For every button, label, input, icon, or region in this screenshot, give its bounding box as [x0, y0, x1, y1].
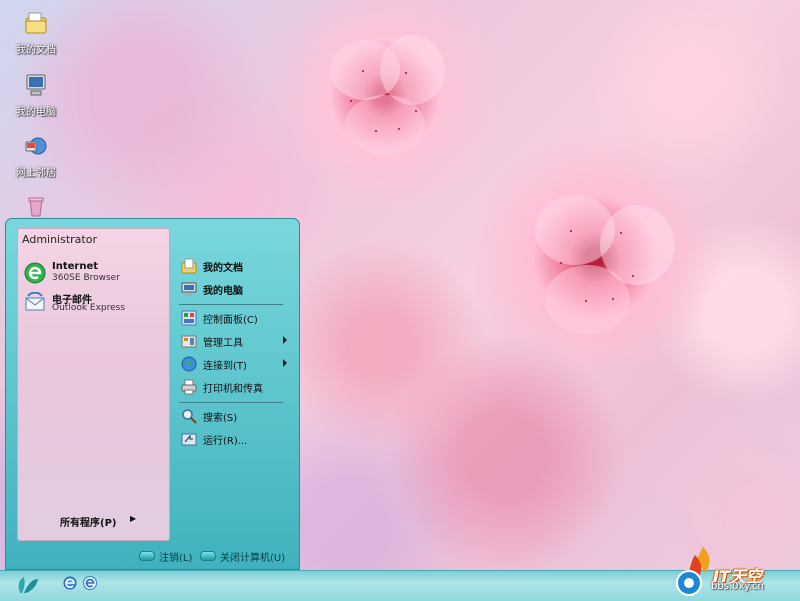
- menu-item-label: 控制面板(C): [203, 315, 258, 326]
- stamen: [632, 275, 634, 277]
- desktop-icon-my-computer[interactable]: 我的电脑: [2, 72, 70, 118]
- menu-item-label: 搜索(S): [203, 413, 238, 424]
- documents-folder-icon: [181, 258, 197, 274]
- pinned-item-title: Internet: [52, 261, 99, 272]
- quick-launch-360[interactable]: [82, 575, 98, 591]
- connect-globe-icon: [181, 356, 197, 372]
- quick-launch-ie[interactable]: [62, 575, 78, 591]
- blossom-petal: [345, 95, 425, 155]
- menu-item-control-panel[interactable]: 控制面板(C): [176, 308, 289, 328]
- pinned-item-email[interactable]: 电子邮件 Outlook Express: [22, 290, 162, 316]
- start-menu-footer: 注销(L) 关闭计算机(U): [6, 539, 299, 569]
- start-leaf-icon: [18, 577, 38, 593]
- shutdown-button[interactable]: 关闭计算机(U): [200, 550, 290, 564]
- arrow-right-icon: ▶: [130, 514, 137, 523]
- submenu-arrow-icon: [283, 336, 287, 344]
- stamen: [398, 128, 400, 130]
- menu-item-connect-to[interactable]: 连接到(T): [176, 354, 289, 374]
- all-programs-label: 所有程序(P): [60, 518, 117, 529]
- start-button[interactable]: [10, 573, 46, 597]
- menu-item-search[interactable]: 搜索(S): [176, 406, 289, 426]
- all-programs-button[interactable]: 所有程序(P) ▶: [60, 514, 150, 530]
- search-icon: [182, 409, 197, 424]
- watermark-url: bbs.0xy.cn: [711, 581, 764, 592]
- desktop-icon-label: 网上邻居: [16, 168, 56, 179]
- stamen: [350, 100, 352, 102]
- computer-icon: [26, 74, 46, 96]
- email-icon: [25, 292, 45, 311]
- desktop-icon-label: 我的电脑: [16, 107, 56, 118]
- menu-item-label: 我的电脑: [203, 286, 243, 297]
- network-icon: [25, 137, 47, 155]
- menu-item-my-computer[interactable]: 我的电脑: [176, 279, 289, 299]
- stamen: [362, 70, 364, 72]
- pinned-item-subtitle: 360SE Browser: [52, 273, 120, 283]
- stamen: [585, 300, 587, 302]
- menu-item-label: 我的文档: [203, 263, 243, 274]
- menu-separator: [179, 304, 283, 305]
- shutdown-icon: [200, 551, 216, 561]
- watermark-logo: IT天空 bbs.0xy.cn: [675, 543, 800, 599]
- user-name: Administrator: [22, 233, 97, 246]
- stamen: [612, 298, 614, 300]
- menu-item-run[interactable]: 运行(R)...: [176, 429, 289, 449]
- pinned-item-internet[interactable]: Internet 360SE Browser: [22, 260, 162, 286]
- browser-icon: [24, 262, 46, 284]
- blossom-petal: [545, 265, 630, 335]
- stamen: [570, 230, 572, 232]
- pinned-item-subtitle: Outlook Express: [52, 303, 126, 313]
- menu-item-label: 运行(R)...: [203, 436, 248, 447]
- shutdown-label: 关闭计算机(U): [220, 553, 286, 564]
- desktop-icon-network[interactable]: 网上邻居: [2, 133, 70, 179]
- stamen: [620, 232, 622, 234]
- submenu-arrow-icon: [283, 359, 287, 367]
- flame-logo-icon: [676, 547, 710, 596]
- menu-item-label: 打印机和传真: [203, 384, 263, 395]
- recycle-bin-icon: [28, 197, 44, 217]
- stamen: [375, 130, 377, 132]
- printer-icon: [181, 379, 197, 395]
- logoff-label: 注销(L): [159, 553, 193, 564]
- run-icon: [181, 433, 197, 446]
- admin-tools-icon: [181, 335, 197, 348]
- menu-item-printers-faxes[interactable]: 打印机和传真: [176, 377, 289, 397]
- stamen: [560, 262, 562, 264]
- menu-item-my-documents[interactable]: 我的文档: [176, 256, 289, 276]
- browser-360-icon: [83, 576, 97, 590]
- documents-folder-icon: [25, 12, 47, 34]
- stamen: [415, 110, 417, 112]
- logoff-icon: [139, 551, 155, 561]
- logoff-button[interactable]: 注销(L): [139, 550, 194, 564]
- menu-separator: [179, 402, 283, 403]
- stamen: [405, 72, 407, 74]
- menu-item-label: 管理工具: [203, 338, 243, 349]
- control-panel-icon: [181, 310, 197, 326]
- desktop-icon-label: 我的文档: [16, 45, 56, 56]
- desktop-icon-my-documents[interactable]: 我的文档: [2, 10, 70, 56]
- start-menu-right-pane: 我的文档 我的电脑 控制面板(C) 管理工具 连接到(T) 打印机和传真 搜索(…: [171, 228, 291, 539]
- ie-icon: [63, 576, 77, 590]
- menu-item-admin-tools[interactable]: 管理工具: [176, 331, 289, 351]
- start-menu-left-pane: Administrator Internet 360SE Browser 电子邮…: [17, 228, 170, 541]
- computer-icon: [181, 282, 197, 296]
- menu-item-label: 连接到(T): [203, 361, 247, 372]
- start-menu: Administrator Internet 360SE Browser 电子邮…: [5, 218, 300, 570]
